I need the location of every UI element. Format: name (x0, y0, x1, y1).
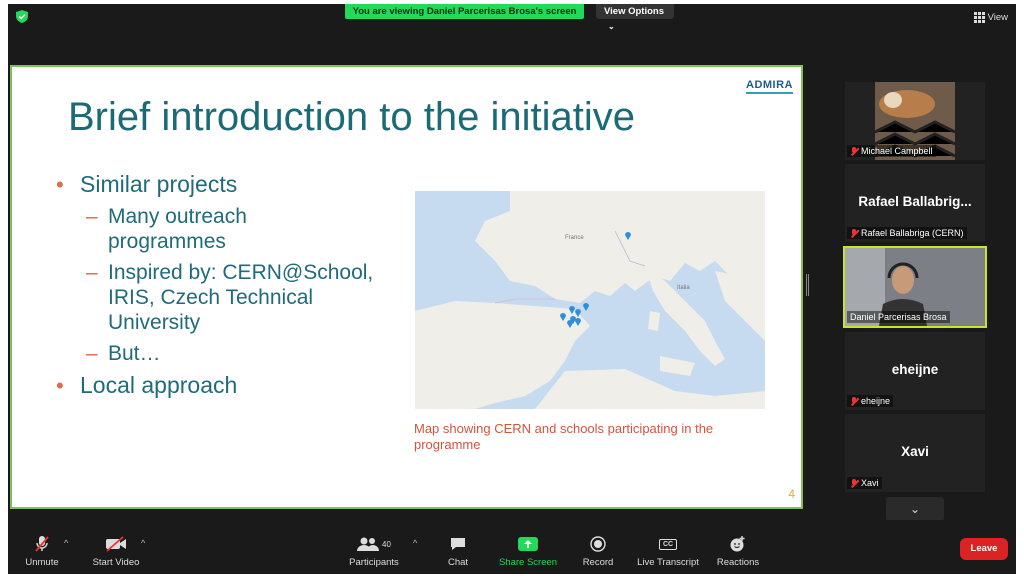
participants-count: 40 (382, 539, 391, 549)
participant-name: Michael Campbell (861, 146, 933, 156)
participants-icon (357, 537, 380, 551)
bullet-text: Local approach (80, 372, 238, 398)
participants-label: Participants (349, 557, 399, 568)
participant-name: Daniel Parcerisas Brosa (850, 312, 947, 322)
view-button[interactable]: View (973, 12, 1008, 23)
muted-mic-icon (850, 478, 858, 488)
participant-tile[interactable]: Michael Campbell (845, 82, 985, 160)
live-transcript-label: Live Transcript (637, 557, 699, 568)
view-options-button[interactable]: View Options ⌄ (596, 4, 674, 31)
bullet-dash-icon: – (86, 342, 98, 365)
chevron-down-icon: ⌄ (909, 502, 921, 516)
bullet-dash-icon: – (86, 205, 98, 228)
start-video-button[interactable]: Start Video (86, 534, 146, 568)
gallery-scroll-down-button[interactable]: ⌄ (886, 497, 944, 521)
map-image: France Italia (415, 191, 765, 409)
chat-button[interactable]: Chat (438, 534, 478, 568)
bullet-text: Inspired by: CERN@School, IRIS, Czech Te… (108, 261, 374, 334)
slide-page-number: 4 (788, 487, 795, 501)
bullet-level2: – Many outreach programmes (86, 204, 408, 254)
admira-logo: ADMIRA (746, 79, 793, 94)
bullet-dot-icon: • (56, 373, 64, 398)
bullet-level1: • Local approach (56, 372, 408, 399)
leave-button[interactable]: Leave (960, 538, 1008, 560)
live-transcript-button[interactable]: CC Live Transcript (632, 534, 704, 568)
unmute-button[interactable]: Unmute (20, 534, 64, 568)
chat-label: Chat (447, 557, 469, 568)
participant-tile[interactable]: Rafael Ballabrig... Rafael Ballabriga (C… (845, 164, 985, 242)
muted-microphone-icon (35, 536, 49, 552)
closed-caption-icon: CC (658, 538, 678, 550)
video-off-icon (106, 536, 126, 552)
bullet-level2: – But… (86, 341, 408, 366)
bullet-text: Similar projects (80, 171, 238, 197)
bullet-text: But… (108, 342, 161, 365)
participant-name-label: Xavi (847, 477, 882, 489)
participant-name-label: Daniel Parcerisas Brosa (847, 311, 950, 323)
share-screen-icon (518, 537, 538, 551)
record-label: Record (582, 557, 614, 568)
participants-options-caret-icon[interactable]: ^ (413, 538, 417, 548)
reactions-button[interactable]: Reactions (712, 534, 764, 568)
view-label: View (987, 12, 1008, 23)
record-button[interactable]: Record (576, 534, 620, 568)
grid-icon (973, 12, 985, 23)
participant-name: Xavi (861, 478, 879, 488)
smiley-plus-icon (730, 536, 745, 552)
participant-name: eheijne (861, 396, 891, 406)
participant-display-name: Xavi (901, 444, 929, 459)
start-video-label: Start Video (92, 557, 140, 568)
slide-bullets: • Similar projects – Many outreach progr… (56, 171, 408, 405)
participant-display-name: eheijne (891, 362, 939, 377)
panel-resize-handle[interactable] (806, 274, 809, 296)
participant-tile[interactable]: eheijne eheijne (845, 332, 985, 410)
video-options-caret-icon[interactable]: ^ (141, 538, 145, 548)
muted-mic-icon (850, 396, 858, 406)
bullet-dot-icon: • (56, 172, 64, 197)
chat-icon (451, 538, 465, 550)
map-label-italy: Italia (677, 285, 690, 291)
muted-mic-icon (850, 228, 858, 238)
bullet-text: Many outreach programmes (108, 205, 247, 253)
chevron-down-icon: ⌄ (608, 22, 615, 31)
screen-share-banner: You are viewing Daniel Parcerisas Brosa'… (345, 4, 584, 19)
bullet-level1: • Similar projects (56, 171, 408, 198)
share-screen-label: Share Screen (498, 557, 558, 568)
bullet-dash-icon: – (86, 261, 98, 284)
meeting-toolbar: Unmute ^ Start Video ^ 40 Participants ^… (8, 520, 1016, 574)
zoom-meeting-window: You are viewing Daniel Parcerisas Brosa'… (8, 4, 1016, 574)
participants-button[interactable]: 40 Participants (346, 534, 402, 568)
record-icon (590, 536, 606, 552)
map-label-france: France (565, 235, 584, 241)
participant-tile-active-speaker[interactable]: Daniel Parcerisas Brosa (843, 246, 987, 328)
audio-options-caret-icon[interactable]: ^ (64, 538, 68, 548)
view-options-label: View Options (604, 6, 665, 17)
participant-name: Rafael Ballabriga (CERN) (861, 228, 964, 238)
participant-name-label: eheijne (847, 395, 894, 407)
reactions-label: Reactions (716, 557, 760, 568)
security-shield-icon[interactable] (16, 10, 28, 23)
shared-slide: ADMIRA Brief introduction to the initiat… (10, 65, 803, 509)
participant-name-label: Michael Campbell (847, 145, 936, 157)
participant-display-name: Rafael Ballabrig... (858, 194, 972, 209)
map-caption: Map showing CERN and schools participati… (414, 421, 714, 452)
share-screen-button[interactable]: Share Screen (496, 534, 560, 568)
bullet-level2: – Inspired by: CERN@School, IRIS, Czech … (86, 260, 408, 335)
participant-tile[interactable]: Xavi Xavi (845, 414, 985, 492)
unmute-label: Unmute (25, 557, 59, 568)
map-graphic: France Italia (415, 191, 765, 409)
participant-name-label: Rafael Ballabriga (CERN) (847, 227, 967, 239)
muted-mic-icon (850, 146, 858, 156)
slide-title: Brief introduction to the initiative (68, 95, 635, 139)
